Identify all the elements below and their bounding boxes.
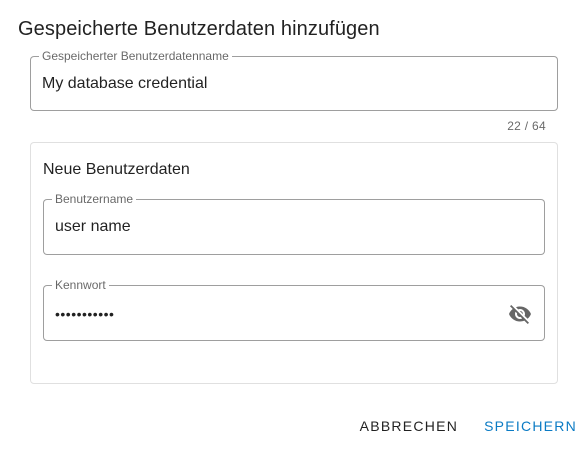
username-field[interactable]: Benutzername user name — [43, 192, 545, 255]
password-input[interactable]: ••••••••••• — [55, 304, 114, 324]
password-field[interactable]: Kennwort ••••••••••• — [43, 278, 545, 341]
dialog-title: Gespeicherte Benutzerdaten hinzufügen — [18, 18, 380, 40]
save-button[interactable]: SPEICHERN — [484, 418, 577, 434]
username-label: Benutzername — [52, 192, 137, 206]
new-credentials-heading: Neue Benutzerdaten — [43, 161, 190, 178]
password-label: Kennwort — [52, 278, 109, 292]
credential-name-input[interactable]: My database credential — [42, 74, 207, 94]
new-credentials-card: Neue Benutzerdaten Benutzername user nam… — [30, 142, 558, 384]
character-counter: 22 / 64 — [507, 119, 546, 133]
credential-name-field[interactable]: Gespeicherter Benutzerdatenname My datab… — [30, 49, 558, 111]
credential-name-label: Gespeicherter Benutzerdatenname — [39, 49, 232, 63]
eye-slash-icon-graphic — [509, 305, 531, 324]
cancel-button[interactable]: ABBRECHEN — [360, 418, 458, 434]
visibility-off-icon[interactable] — [508, 302, 532, 326]
username-input[interactable]: user name — [55, 217, 131, 237]
dialog-actions: ABBRECHEN SPEICHERN — [360, 418, 577, 434]
